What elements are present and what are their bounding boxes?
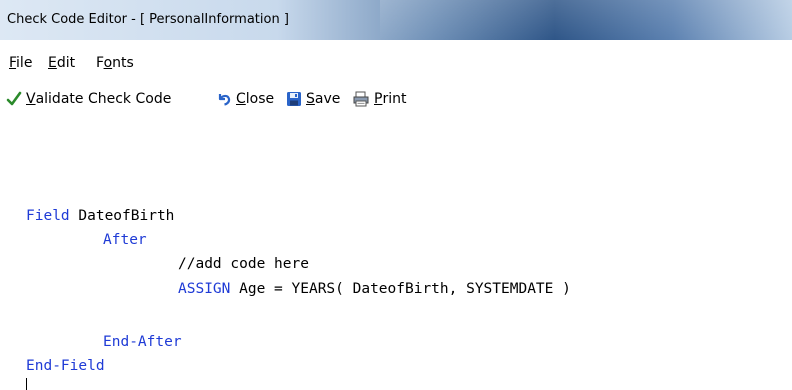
checkmark-icon xyxy=(6,91,22,106)
menu-edit-label: dit xyxy=(56,55,76,71)
code-line-2: After xyxy=(103,232,147,248)
menu-bar: File Edit Fonts xyxy=(0,52,792,74)
code-field-name: DateofBirth xyxy=(69,208,175,224)
validate-check-code-button[interactable]: Validate Check Code xyxy=(6,91,171,107)
title-bar-gradient xyxy=(380,0,792,40)
printer-icon xyxy=(353,91,369,107)
undo-icon xyxy=(218,94,231,106)
floppy-disk-icon xyxy=(287,92,301,106)
title-bar: Check Code Editor - [ PersonalInformatio… xyxy=(0,0,792,40)
validate-accel: V xyxy=(26,91,36,107)
close-label: lose xyxy=(245,91,275,107)
text-caret xyxy=(26,378,27,390)
code-line-1: Field DateofBirth xyxy=(26,208,174,224)
save-accel: S xyxy=(306,91,315,107)
code-keyword-field: Field xyxy=(26,208,70,224)
window-title: Check Code Editor - [ PersonalInformatio… xyxy=(7,12,289,27)
save-button[interactable]: Save xyxy=(286,91,340,107)
validate-label: alidate Check Code xyxy=(35,91,172,107)
close-button[interactable]: Close xyxy=(216,91,274,107)
menu-fonts[interactable]: Fonts xyxy=(96,55,134,71)
menu-file-accel: F xyxy=(9,55,17,71)
print-accel: P xyxy=(374,91,383,107)
code-line-3: //add code here xyxy=(178,256,309,272)
code-editor[interactable]: Field DateofBirth After //add code here … xyxy=(0,122,792,390)
menu-file[interactable]: File xyxy=(9,55,32,71)
code-line-5: End-After xyxy=(103,334,182,350)
menu-edit-accel: E xyxy=(48,55,57,71)
menu-fonts-label: nts xyxy=(112,55,134,71)
save-label: ave xyxy=(314,91,341,107)
toolbar: Validate Check Code Close Save Print xyxy=(0,88,792,112)
close-accel: C xyxy=(236,91,246,107)
code-line-4: ASSIGN Age = YEARS( DateofBirth, SYSTEMD… xyxy=(178,281,571,297)
menu-fonts-accel: o xyxy=(103,55,113,71)
menu-file-label: ile xyxy=(16,55,33,71)
print-label: rint xyxy=(382,91,407,107)
menu-fonts-pre: F xyxy=(96,55,104,71)
menu-edit[interactable]: Edit xyxy=(48,55,75,71)
print-button[interactable]: Print xyxy=(352,91,406,107)
code-assign-expr: Age = YEARS( DateofBirth, SYSTEMDATE ) xyxy=(230,281,571,297)
code-line-6: End-Field xyxy=(26,358,105,374)
code-keyword-assign: ASSIGN xyxy=(178,281,231,297)
